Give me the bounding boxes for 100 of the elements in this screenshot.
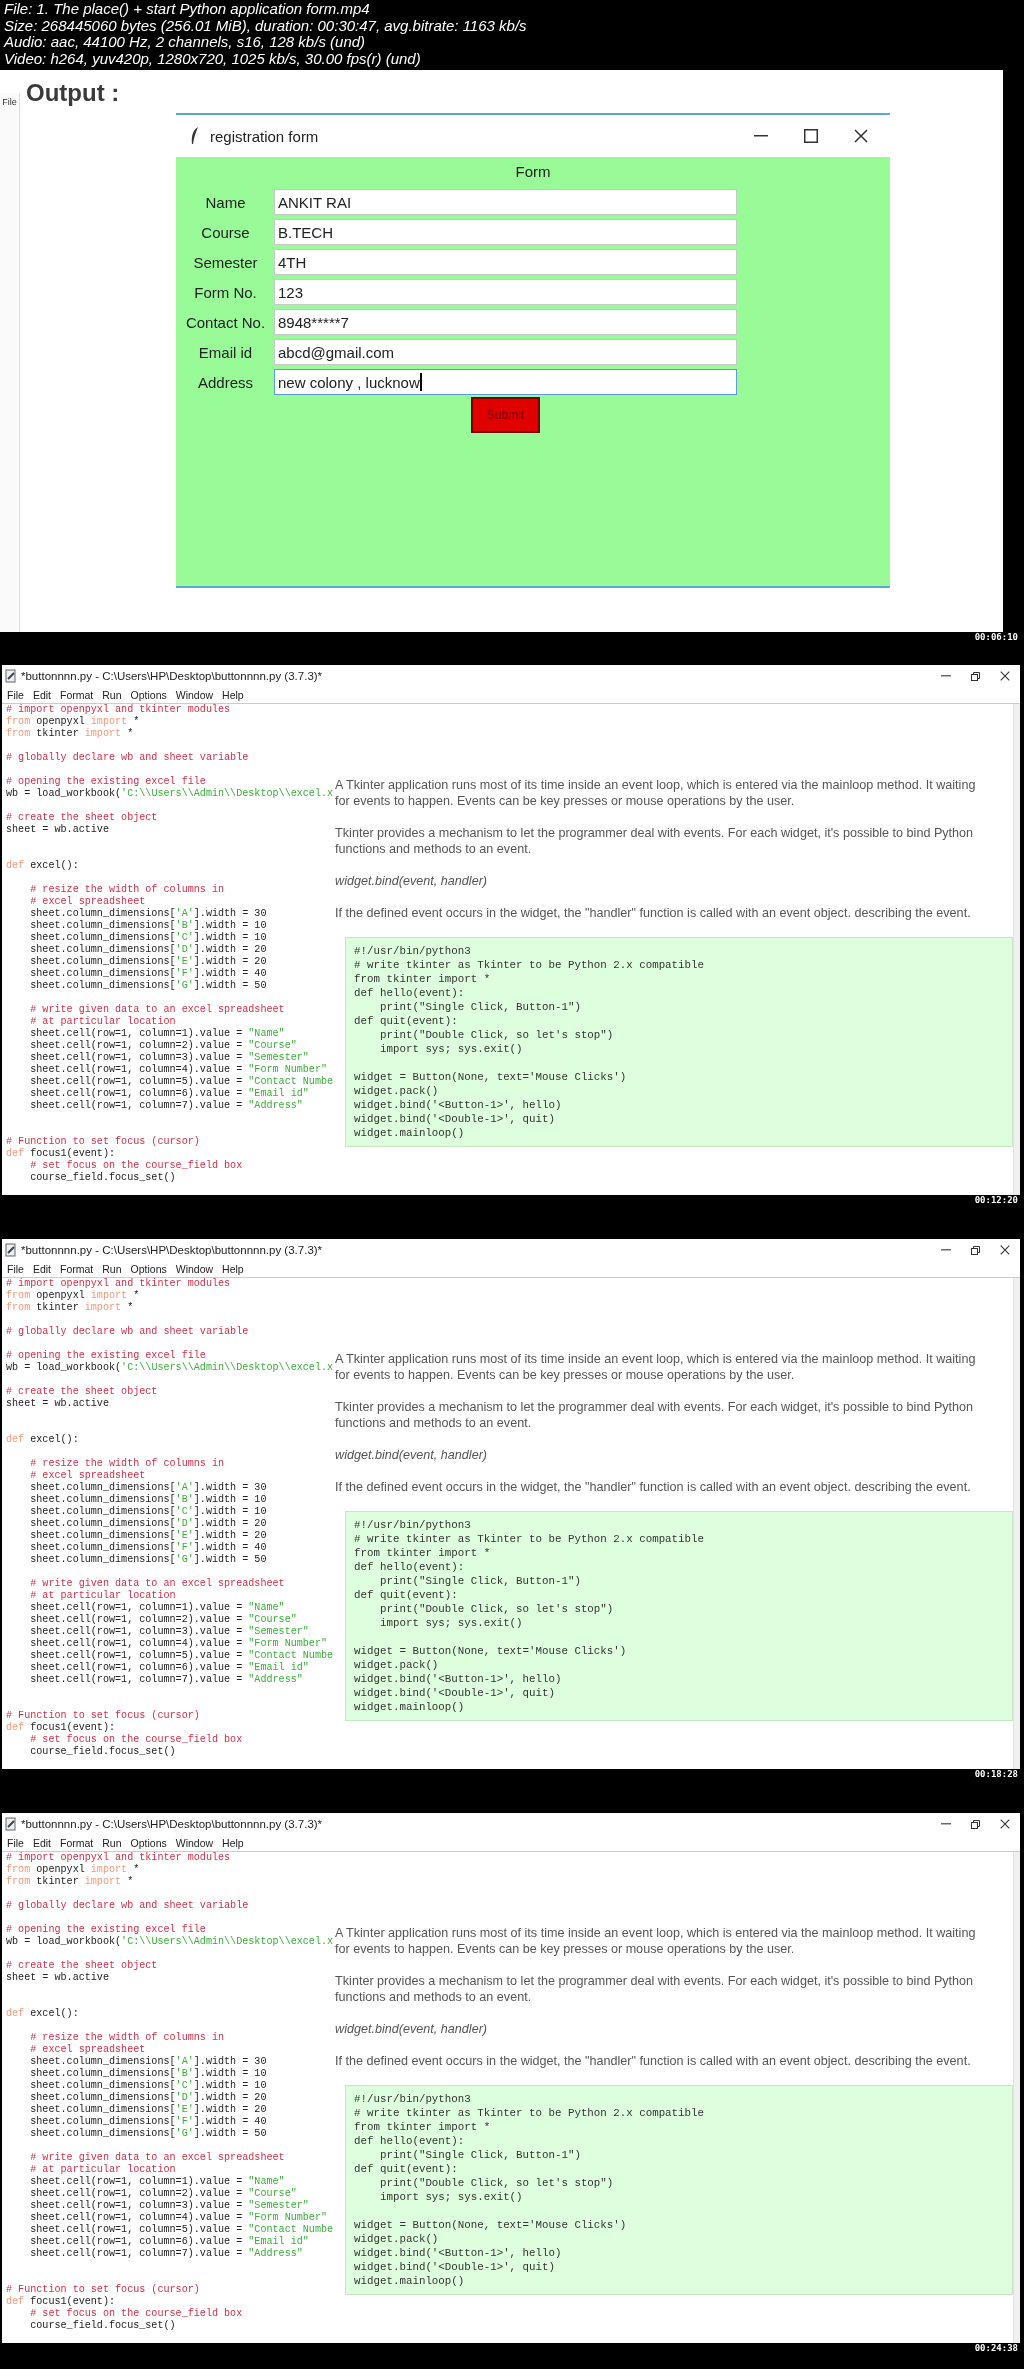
code-line: sheet.cell(row=1, column=3).value = "Semester" (29, 1626, 309, 1638)
close-icon[interactable] (1000, 1819, 1010, 1829)
menu-item[interactable]: Format (60, 1837, 94, 1849)
code-line: sheet.cell(row=1, column=7).value = "Address" (29, 2248, 303, 2260)
timestamp: 00:06:10 (974, 632, 1018, 643)
code-line: sheet.column_dimensions['D'].width = 20 (29, 2092, 267, 2104)
code-line: # at particular location (29, 1016, 176, 1028)
menu-item[interactable]: Window (175, 1263, 214, 1275)
code-line: sheet.column_dimensions['C'].width = 10 (29, 1506, 267, 1518)
menu-item[interactable]: Options (130, 1263, 167, 1275)
window-title: *buttonnnn.py - C:\Users\HP\Desktop\buttonnnn.py (3.7.3)* (21, 1818, 323, 1830)
minimize-icon[interactable] (941, 1823, 951, 1825)
input-field[interactable]: B.TECH (274, 219, 737, 245)
code-line: def quit(event): (354, 1588, 458, 1602)
menu-item[interactable]: Format (60, 689, 94, 701)
menu-item[interactable]: Window (175, 689, 214, 701)
restore-icon[interactable] (971, 1245, 980, 1255)
field-label: Semester (193, 253, 258, 271)
scrollbar[interactable] (1013, 1278, 1020, 1769)
code-line: from tkinter import * (6, 1876, 134, 1888)
menu-item[interactable]: Run (102, 1263, 122, 1275)
code-line: sheet.column_dimensions['A'].width = 30 (29, 2056, 267, 2068)
input-field[interactable]: 4TH (274, 249, 737, 275)
code-line: def excel(): (6, 2008, 79, 2020)
menu-item[interactable]: Format (60, 1263, 94, 1275)
restore-icon[interactable] (971, 1819, 980, 1829)
code-line: wb = load_workbook('C:\\Users\\Admin\\Desktop\\excel.x (6, 1936, 334, 1948)
paragraph: If the defined event occurs in the widget, the "handler" function is called with an event object. describing the event. (335, 905, 972, 921)
menu-item[interactable]: Help (222, 1263, 244, 1275)
signature-text: widget.bind(event, handler) (335, 2021, 489, 2037)
code-line: print("Single Click, Button-1") (379, 1574, 581, 1588)
code-line: sheet.cell(row=1, column=7).value = "Address" (29, 1674, 303, 1686)
code-line: # create the sheet object (6, 812, 158, 824)
output-heading: Output : (26, 80, 120, 106)
field-label: Email id (198, 343, 253, 361)
code-line: # import openpyxl and tkinter modules (6, 1278, 231, 1290)
code-line: course_field.focus_set() (29, 1172, 176, 1184)
menu-item[interactable]: Edit (32, 1837, 51, 1849)
field-label: Address (198, 373, 253, 391)
code-line: sheet.column_dimensions['F'].width = 40 (29, 1542, 267, 1554)
minimize-icon[interactable] (941, 675, 951, 677)
menu-item[interactable]: Edit (32, 1263, 51, 1275)
menu-item[interactable]: Run (102, 689, 122, 701)
minimize-icon[interactable] (941, 1249, 951, 1251)
menu-label: File (2, 97, 17, 107)
code-line: def hello(event): (354, 2134, 465, 2148)
menu-item[interactable]: File (7, 1263, 24, 1275)
code-line: #!/usr/bin/python3 (354, 2092, 471, 2106)
menu-item[interactable]: Help (222, 1837, 244, 1849)
code-line: from openpyxl import * (6, 1290, 140, 1302)
maximize-icon[interactable] (804, 129, 818, 143)
code-line: sheet.column_dimensions['F'].width = 40 (29, 968, 267, 980)
field-label: Course (201, 223, 250, 241)
input-field[interactable]: ANKIT RAI (274, 189, 737, 215)
code-line: widget = Button(None, text='Mouse Clicks') (354, 2218, 627, 2232)
code-line: import sys; sys.exit() (379, 1042, 523, 1056)
menu-item[interactable]: Window (175, 1837, 214, 1849)
code-line: from openpyxl import * (6, 716, 140, 728)
code-line: # Function to set focus (cursor) (6, 2284, 200, 2296)
code-line: wb = load_workbook('C:\\Users\\Admin\\Desktop\\excel.x (6, 788, 334, 800)
code-line: # at particular location (29, 1590, 176, 1602)
menu-item[interactable]: Help (222, 689, 244, 701)
restore-icon[interactable] (971, 671, 980, 681)
code-line: sheet.column_dimensions['G'].width = 50 (29, 980, 267, 992)
code-line: sheet = wb.active (6, 1972, 109, 1984)
code-line: def hello(event): (354, 1560, 465, 1574)
code-line: sheet.column_dimensions['B'].width = 10 (29, 920, 267, 932)
code-line: sheet.cell(row=1, column=2).value = "Course" (29, 2188, 297, 2200)
code-line: import sys; sys.exit() (379, 2190, 523, 2204)
scrollbar[interactable] (1013, 1852, 1020, 2343)
close-icon[interactable] (1000, 1245, 1010, 1255)
menu-item[interactable]: File (7, 689, 24, 701)
input-field[interactable]: 123 (274, 279, 737, 305)
scrollbar[interactable] (1013, 704, 1020, 1195)
timestamp: 00:18:28 (974, 1769, 1018, 1780)
code-line: course_field.focus_set() (29, 2320, 176, 2332)
minimize-icon[interactable] (754, 135, 768, 137)
code-line: from tkinter import * (6, 1302, 134, 1314)
code-line: widget = Button(None, text='Mouse Clicks') (354, 1644, 627, 1658)
code-line: sheet.cell(row=1, column=6).value = "Email id" (29, 1662, 309, 1674)
close-icon[interactable] (1000, 671, 1010, 681)
code-line: widget.bind('<Double-1>', quit) (354, 1686, 555, 1700)
code-line: # at particular location (29, 2164, 176, 2176)
paragraph: Tkinter provides a mechanism to let the programmer deal with events. For each widget, it's possible to bind Python functions and methods to an event. (335, 825, 975, 857)
close-icon[interactable] (854, 129, 868, 143)
menu-item[interactable]: Edit (32, 689, 51, 701)
menu-item[interactable]: Run (102, 1837, 122, 1849)
code-line: # resize the width of columns in (29, 884, 225, 896)
code-line: sheet.cell(row=1, column=2).value = "Course" (29, 1614, 297, 1626)
code-line: sheet.column_dimensions['E'].width = 20 (29, 2104, 267, 2116)
timestamp: 00:24:38 (974, 2343, 1018, 2354)
menu-item[interactable]: File (7, 1837, 24, 1849)
menu-item[interactable]: Options (130, 1837, 167, 1849)
menu-item[interactable]: Options (130, 689, 167, 701)
input-field[interactable]: abcd@gmail.com (274, 339, 737, 365)
code-line: sheet.column_dimensions['D'].width = 20 (29, 1518, 267, 1530)
code-line: from openpyxl import * (6, 1864, 140, 1876)
code-line: print("Single Click, Button-1") (379, 1000, 581, 1014)
input-field[interactable]: 8948*****7 (274, 309, 737, 335)
input-field[interactable]: new colony , lucknow (274, 369, 737, 395)
